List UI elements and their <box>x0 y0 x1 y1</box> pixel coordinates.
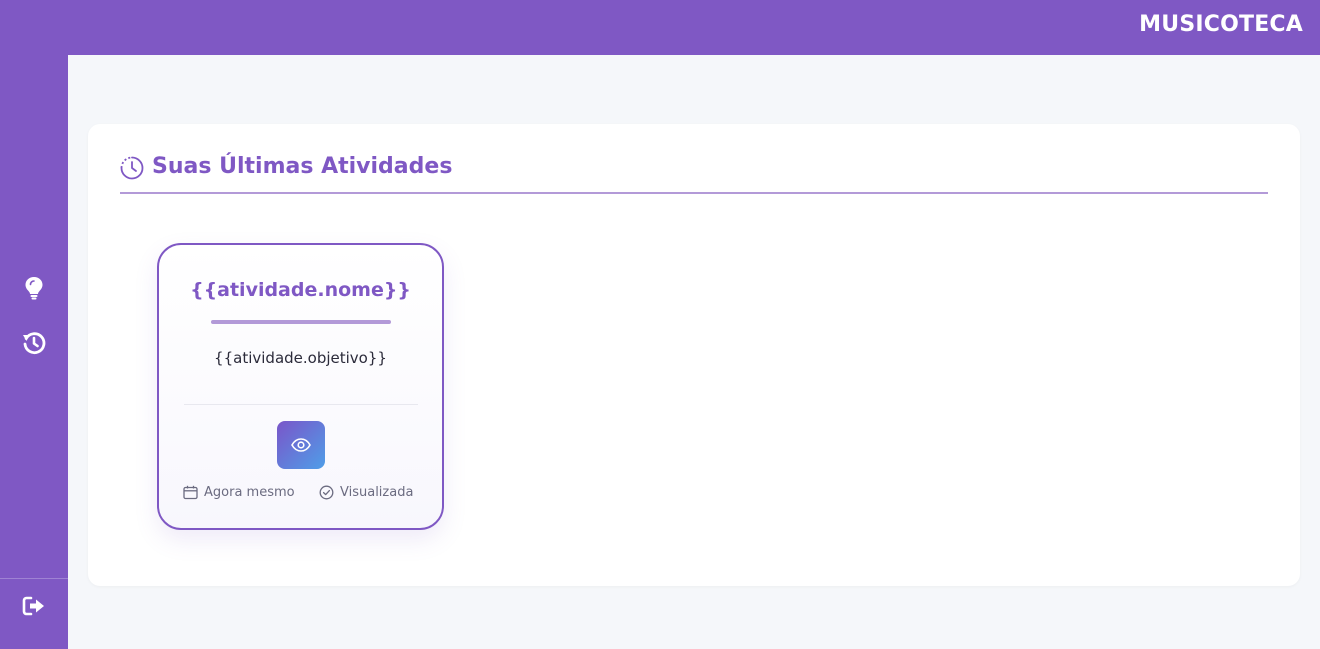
activity-name: {{atividade.nome}} <box>190 279 411 301</box>
activity-date-label: Agora mesmo <box>204 485 295 500</box>
activities-panel: Suas Últimas Atividades {{atividade.nome… <box>88 124 1300 586</box>
sidebar <box>0 55 68 649</box>
view-activity-button[interactable] <box>277 421 325 469</box>
section-header: Suas Últimas Atividades <box>120 154 1268 194</box>
check-circle-icon <box>319 485 334 500</box>
eye-icon <box>291 438 311 452</box>
calendar-icon <box>183 485 198 500</box>
history-icon <box>23 332 46 355</box>
top-bar: MUSICOTECA <box>0 0 1320 55</box>
section-title: Suas Últimas Atividades <box>152 154 453 179</box>
lightbulb-icon <box>25 277 43 300</box>
sidebar-item-history[interactable] <box>21 330 47 356</box>
activity-status: Visualizada <box>319 485 413 500</box>
activity-card[interactable]: {{atividade.nome}} {{atividade.objetivo}… <box>157 243 444 530</box>
sidebar-item-suggestions[interactable] <box>21 275 47 301</box>
app-brand[interactable]: MUSICOTECA <box>1139 12 1303 37</box>
activity-objective: {{atividade.objetivo}} <box>214 349 387 367</box>
activity-date: Agora mesmo <box>183 485 295 500</box>
activity-name-underline <box>211 320 391 324</box>
logout-icon <box>22 596 44 616</box>
sidebar-divider <box>0 578 68 579</box>
activity-meta: Agora mesmo Visualizada <box>183 485 423 503</box>
card-divider <box>184 404 418 405</box>
clock-icon <box>120 156 144 180</box>
logout-button[interactable] <box>21 593 47 619</box>
activity-status-label: Visualizada <box>340 485 414 500</box>
